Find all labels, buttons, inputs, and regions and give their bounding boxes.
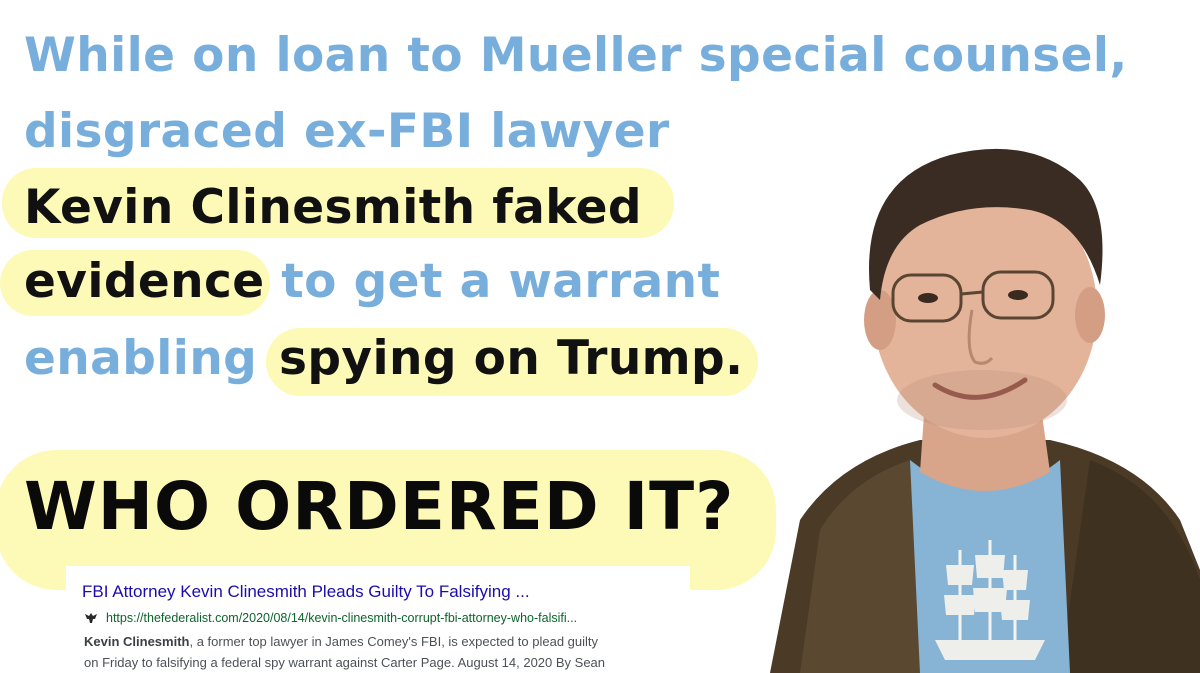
search-result-url-row: https://thefederalist.com/2020/08/14/kev… (84, 610, 577, 626)
headline-line-2: disgraced ex-FBI lawyer (24, 104, 670, 159)
snippet-line-2: on Friday to falsifying a federal spy wa… (84, 655, 606, 670)
snippet-line-1: Kevin Clinesmith, a former top lawyer in… (84, 631, 684, 652)
question-headline: WHO ORDERED IT? (24, 468, 735, 545)
search-result-url[interactable]: https://thefederalist.com/2020/08/14/kev… (106, 611, 577, 625)
headline-line-5: enabling spying on Trump. (24, 335, 743, 382)
snippet-line-1-rest: , a former top lawyer in James Comey's F… (189, 634, 599, 649)
eagle-icon (85, 613, 97, 623)
headline-spying: spying on Trump. (279, 331, 744, 386)
headline-line-3: Kevin Clinesmith faked (24, 180, 642, 235)
search-result-snippet: Kevin Clinesmith, a former top lawyer in… (84, 631, 684, 673)
search-result-title[interactable]: FBI Attorney Kevin Clinesmith Pleads Gui… (82, 582, 530, 602)
headline-line-1: While on loan to Mueller special counsel… (24, 28, 1128, 83)
portrait-photo (770, 148, 1200, 673)
headline-warrant: to get a warrant (264, 254, 721, 309)
headline-evidence: evidence (24, 254, 265, 309)
graphic-canvas: While on loan to Mueller special counsel… (0, 0, 1200, 673)
search-result-card: FBI Attorney Kevin Clinesmith Pleads Gui… (66, 566, 690, 673)
headline-enabling: enabling (24, 331, 258, 386)
headline-line-4: evidence to get a warrant (24, 258, 720, 305)
snippet-bold: Kevin Clinesmith (84, 634, 190, 649)
